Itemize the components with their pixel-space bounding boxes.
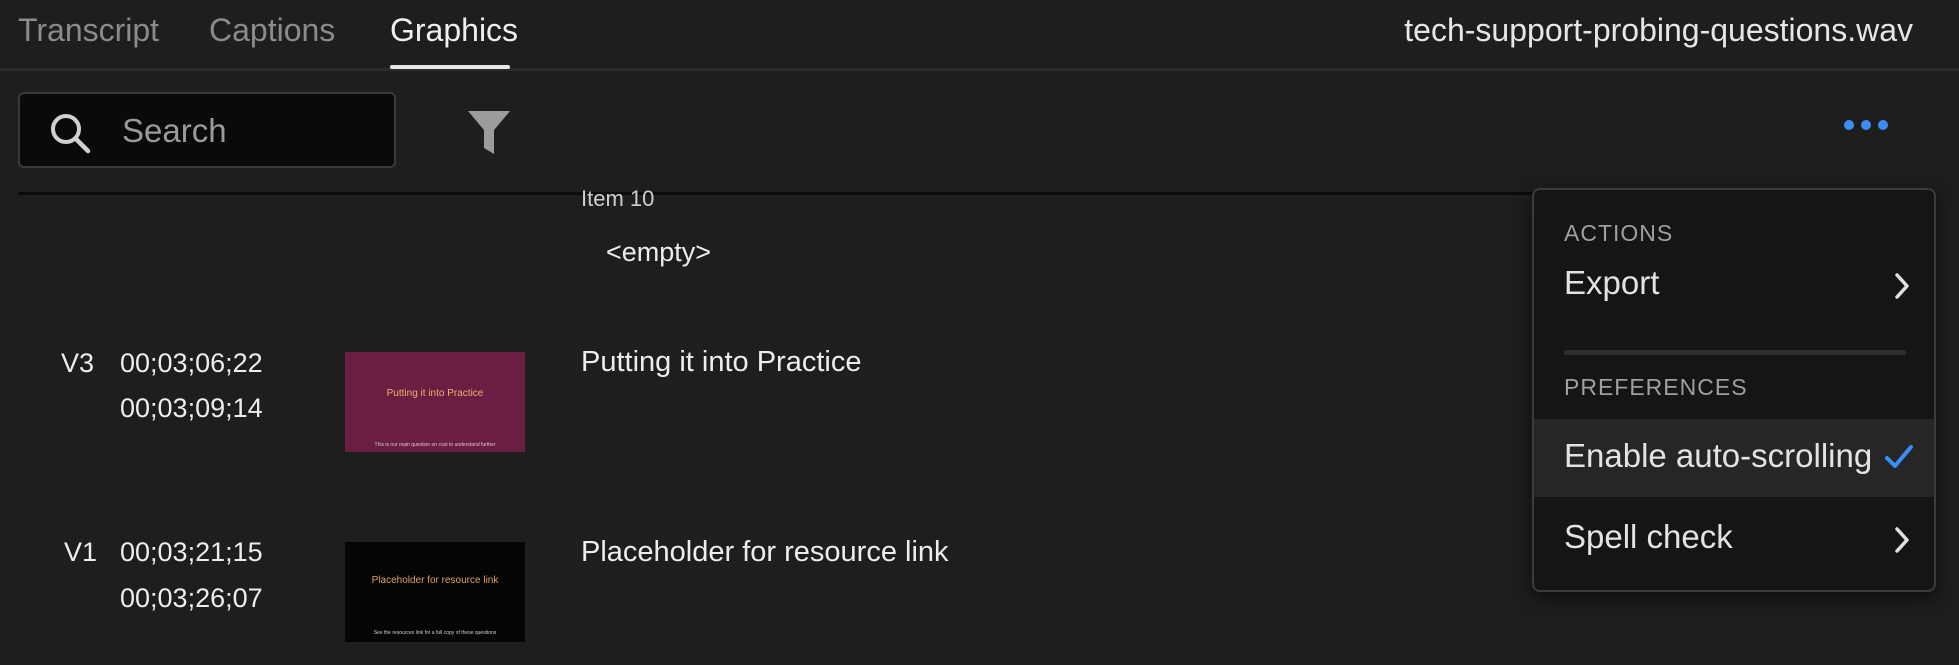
end-time: 00;03;09;14 — [120, 393, 263, 423]
thumbnail-subtitle: See the resources link for a full copy o… — [373, 630, 497, 636]
chevron-right-icon — [1895, 527, 1909, 553]
search-box[interactable] — [18, 92, 396, 168]
list-divider — [18, 192, 1538, 195]
graphic-title: Placeholder for resource link — [581, 536, 949, 568]
thumbnail-subtitle: This is our main question on cost to und… — [374, 442, 496, 448]
graphic-thumbnail: Putting it into Practice This is our mai… — [345, 352, 525, 452]
thumbnail-title: Putting it into Practice — [386, 388, 484, 399]
checkmark-icon — [1885, 445, 1913, 468]
more-options-icon[interactable] — [1842, 116, 1890, 136]
thumbnail-title: Placeholder for resource link — [371, 575, 499, 586]
item-label: Item 10 — [581, 186, 655, 211]
graphic-title: Putting it into Practice — [581, 346, 862, 378]
menu-divider — [1564, 350, 1906, 355]
menu-item-spell-check[interactable]: Spell check — [1534, 500, 1934, 578]
menu-item-label: Spell check — [1564, 518, 1733, 555]
menu-heading-preferences: PREFERENCES — [1564, 374, 1748, 400]
options-menu: ACTIONS Export PREFERENCES Enable auto-s… — [1532, 188, 1936, 592]
graphic-thumbnail: Placeholder for resource link See the re… — [345, 542, 525, 642]
menu-item-label: Enable auto-scrolling — [1564, 437, 1873, 474]
end-time: 00;03;26;07 — [120, 583, 263, 613]
track-label: V3 — [61, 348, 95, 378]
tab-graphics[interactable]: Graphics — [390, 12, 518, 49]
active-tab-indicator — [390, 65, 510, 69]
file-name: tech-support-probing-questions.wav — [1404, 12, 1913, 48]
start-time: 00;03;06;22 — [120, 348, 263, 378]
start-time: 00;03;21;15 — [120, 537, 263, 567]
tab-transcript[interactable]: Transcript — [18, 12, 159, 49]
search-icon — [51, 114, 91, 154]
filter-icon[interactable] — [466, 108, 512, 158]
menu-item-auto-scrolling[interactable]: Enable auto-scrolling — [1534, 419, 1934, 497]
search-input[interactable] — [120, 110, 384, 152]
chevron-right-icon — [1895, 273, 1909, 299]
menu-item-export[interactable]: Export — [1534, 246, 1934, 324]
tab-captions[interactable]: Captions — [209, 12, 335, 49]
graphics-panel: Transcript Captions Graphics tech-suppor… — [0, 0, 1959, 665]
menu-heading-actions: ACTIONS — [1564, 220, 1674, 246]
empty-item-text: <empty> — [606, 237, 712, 267]
track-label: V1 — [64, 537, 98, 567]
menu-item-label: Export — [1564, 264, 1660, 301]
tab-bar: Transcript Captions Graphics tech-suppor… — [0, 0, 1959, 71]
